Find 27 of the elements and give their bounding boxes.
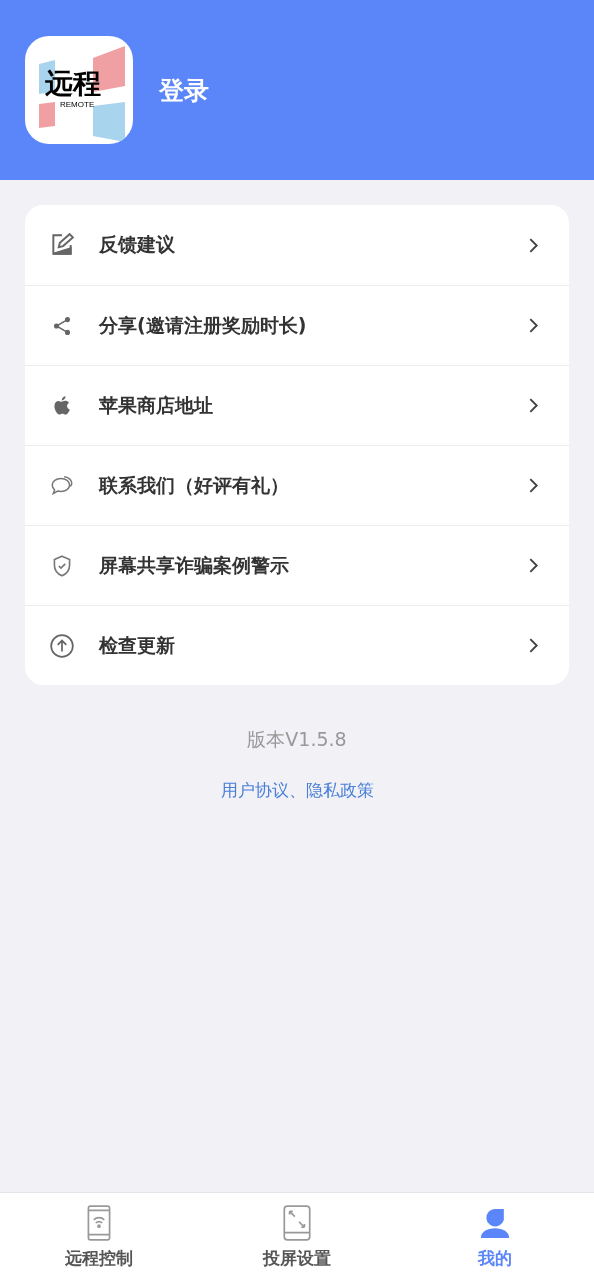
menu-item[interactable]: 屏幕共享诈骗案例警示 — [25, 525, 569, 605]
nav-tab[interactable]: 远程控制 — [0, 1193, 198, 1280]
logo-subtext: REMOTE — [60, 100, 95, 109]
menu-label: 苹果商店地址 — [99, 392, 214, 418]
share-icon — [51, 314, 73, 337]
edit-icon — [49, 232, 75, 258]
version-text: 版本V1.5.8 — [246, 727, 348, 752]
nav-tab[interactable]: 投屏设置 — [198, 1193, 396, 1280]
menu-item[interactable]: 反馈建议 — [25, 205, 569, 285]
chevron-right-icon — [528, 236, 539, 254]
menu-label: 屏幕共享诈骗案例警示 — [99, 552, 290, 578]
menu-label: 反馈建议 — [99, 232, 176, 257]
menu-label: 检查更新 — [99, 632, 176, 658]
menu-item[interactable]: 检查更新 — [25, 605, 569, 685]
menu-item[interactable]: 分享(邀请注册奖励时长) — [25, 285, 569, 365]
chevron-right-icon — [528, 557, 539, 574]
menu-item[interactable]: 苹果商店地址 — [25, 365, 569, 445]
legal-link[interactable]: 用户协议、隐私政策 — [220, 779, 374, 802]
logo-text: 远程 — [45, 70, 101, 98]
chevron-right-icon — [528, 637, 539, 654]
chevron-right-icon — [528, 397, 539, 414]
chevron-right-icon — [528, 317, 539, 334]
chevron-right-icon — [528, 477, 539, 494]
menu-item[interactable]: 联系我们（好评有礼） — [25, 445, 569, 525]
menu-label: 分享(邀请注册奖励时长) — [99, 312, 308, 338]
screen-expand-icon — [282, 1205, 312, 1241]
menu-label: 联系我们（好评有礼） — [99, 472, 290, 498]
